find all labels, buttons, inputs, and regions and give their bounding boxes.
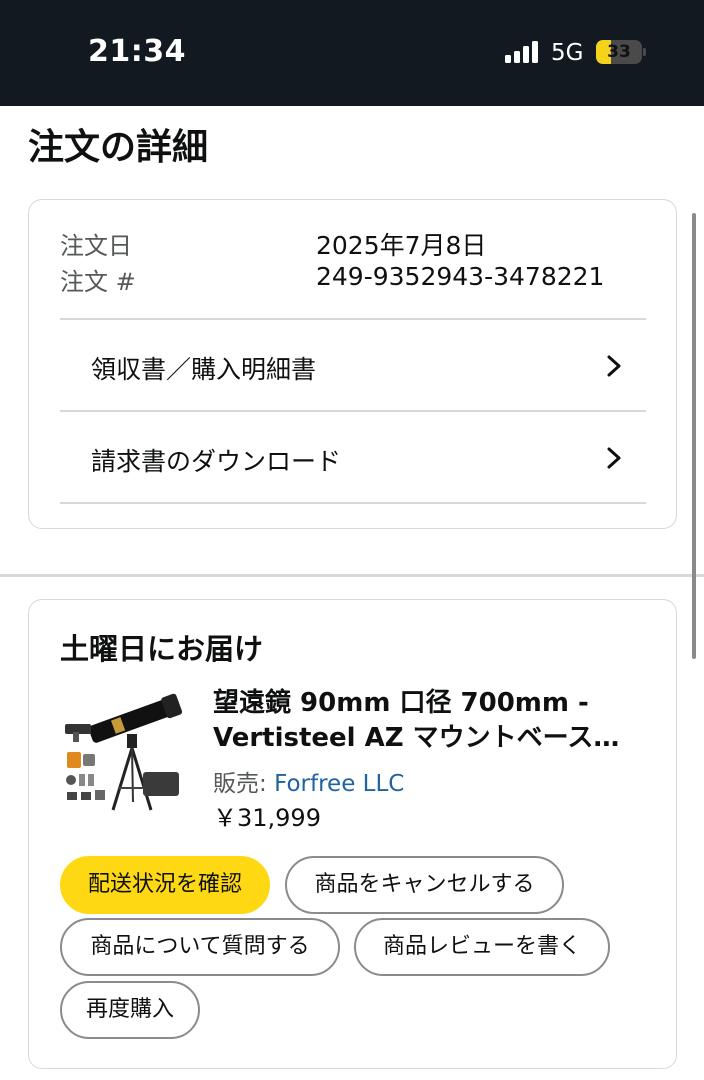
track-package-button[interactable]: 配送状況を確認 [60, 856, 270, 914]
ask-question-button[interactable]: 商品について質問する [60, 918, 340, 976]
page-title: 注文の詳細 [28, 127, 209, 168]
product-title-line2: Vertisteel AZ マウントベース… [213, 723, 620, 753]
chevron-right-icon [607, 447, 621, 469]
product-image[interactable] [55, 684, 187, 816]
divider [60, 502, 646, 504]
receipt-link-label: 領収書／購入明細書 [91, 355, 317, 384]
status-bar: 21:34 5G 33 [0, 0, 704, 106]
seller-prefix: 販売: [213, 771, 275, 797]
order-info-card: 注文日 2025年7月8日 注文 # 249-9352943-3478221 領… [28, 199, 677, 529]
status-time: 21:34 [88, 34, 186, 69]
cancel-item-button[interactable]: 商品をキャンセルする [285, 856, 564, 914]
chevron-right-icon [607, 355, 621, 377]
battery-level: 33 [607, 42, 631, 62]
shipment-card: 土曜日にお届け 望遠鏡 90mm 口径 700mm - Vertisteel A [28, 599, 677, 1069]
delivery-title: 土曜日にお届け [60, 632, 264, 666]
section-separator [0, 574, 704, 577]
product-title[interactable]: 望遠鏡 90mm 口径 700mm - Vertisteel AZ マウントベー… [213, 686, 633, 756]
order-date-value: 2025年7月8日 [316, 231, 487, 260]
buy-again-button[interactable]: 再度購入 [60, 981, 200, 1039]
product-price: ￥31,999 [213, 804, 321, 832]
write-review-button[interactable]: 商品レビューを書く [354, 918, 610, 976]
battery-icon: 33 [596, 40, 642, 64]
network-type: 5G [551, 40, 584, 66]
product-title-line1: 望遠鏡 90mm 口径 700mm - [213, 688, 589, 718]
scrollbar[interactable] [692, 213, 696, 659]
order-date-label: 注文日 [60, 232, 132, 260]
invoice-download-label: 請求書のダウンロード [91, 447, 342, 476]
invoice-download-link[interactable]: 請求書のダウンロード [29, 412, 646, 502]
order-number-label: 注文 # [60, 268, 136, 296]
battery-nub [643, 48, 646, 56]
seller-info: 販売: Forfree LLC [213, 764, 404, 798]
seller-link[interactable]: Forfree LLC [274, 771, 404, 797]
signal-icon [505, 41, 541, 63]
order-number-value: 249-9352943-3478221 [316, 262, 605, 291]
receipt-link[interactable]: 領収書／購入明細書 [29, 320, 646, 410]
